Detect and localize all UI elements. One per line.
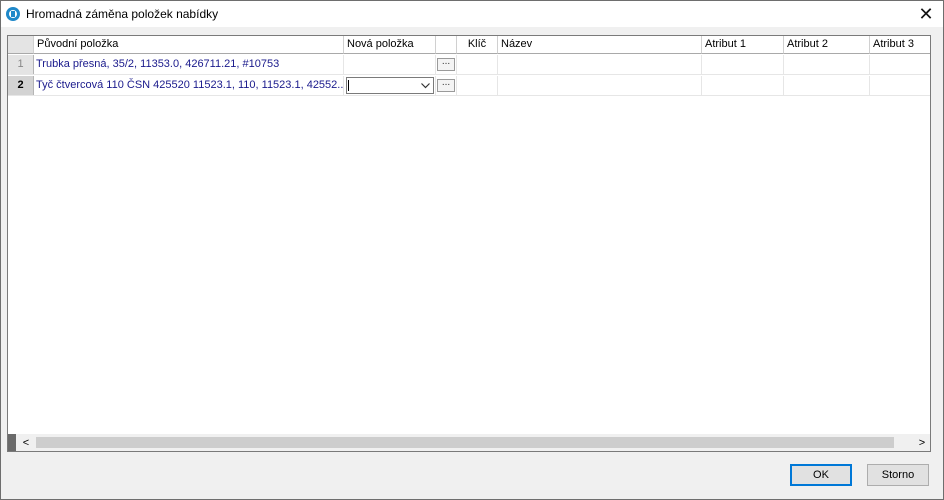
browse-button[interactable]: ... [437,57,455,71]
new-item-combobox[interactable] [346,77,434,94]
browse-button[interactable]: ... [437,78,455,92]
original-item-cell[interactable]: Tyč čtvercová 110 ČSN 425520 11523.1, 11… [34,76,344,95]
ok-button[interactable]: OK [790,464,852,486]
column-header-atribut-1[interactable]: Atribut 1 [702,36,784,54]
scrollbar-thumb[interactable] [36,437,894,448]
nazev-cell[interactable] [498,76,702,95]
atribut-1-cell[interactable] [702,55,784,74]
close-button[interactable]: ✕ [909,1,943,27]
nazev-cell[interactable] [498,55,702,74]
chevron-right-icon: > [918,436,926,449]
klic-cell[interactable] [457,55,498,74]
original-item-cell[interactable]: Trubka přesná, 35/2, 11353.0, 426711.21,… [34,55,344,74]
atribut-1-cell[interactable] [702,76,784,95]
column-header-nazev[interactable]: Název [498,36,702,54]
atribut-3-cell[interactable] [870,55,930,74]
scrollbar-left-marker [8,434,16,451]
klic-cell[interactable] [457,76,498,95]
chevron-left-icon: < [22,436,30,449]
atribut-3-cell[interactable] [870,76,930,95]
column-header-klic[interactable]: Klíč [457,36,498,54]
column-header-atribut-3[interactable]: Atribut 3 [870,36,930,54]
app-logo-icon [6,7,20,21]
close-icon: ✕ [918,3,934,24]
atribut-2-cell[interactable] [784,55,870,74]
column-header-button[interactable] [436,36,457,54]
column-header-puvodni[interactable]: Původní položka [34,36,344,54]
new-item-cell[interactable] [344,55,436,74]
text-caret [348,80,349,91]
window-title: Hromadná záměna položek nabídky [26,7,219,21]
dialog-window: Hromadná záměna položek nabídky ✕ Původn… [0,0,944,500]
table-row[interactable]: 2 Tyč čtvercová 110 ČSN 425520 11523.1, … [8,76,930,96]
row-number[interactable]: 2 [8,76,34,95]
grid-corner-header[interactable] [8,36,34,54]
scroll-right-button[interactable]: > [914,434,930,451]
chevron-down-icon[interactable] [417,78,433,93]
horizontal-scrollbar[interactable]: < > [8,434,930,451]
table-row[interactable]: 1 Trubka přesná, 35/2, 11353.0, 426711.2… [8,55,930,75]
title-bar: Hromadná záměna položek nabídky ✕ [1,1,943,27]
column-header-nova[interactable]: Nová položka [344,36,436,54]
column-header-atribut-2[interactable]: Atribut 2 [784,36,870,54]
storno-button[interactable]: Storno [867,464,929,486]
replacement-grid[interactable]: Původní položka Nová položka Klíč Název … [7,35,931,452]
scroll-left-button[interactable]: < [18,434,34,451]
atribut-2-cell[interactable] [784,76,870,95]
row-number[interactable]: 1 [8,55,34,74]
